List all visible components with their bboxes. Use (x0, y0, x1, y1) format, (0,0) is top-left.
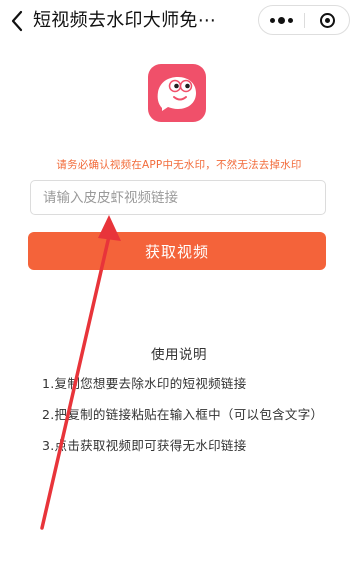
instructions-title: 使用说明 (151, 347, 207, 363)
more-button[interactable] (259, 6, 304, 34)
chevron-left-icon (11, 10, 23, 32)
instruction-item-1: 1.复制您想要去除水印的短视频链接 (42, 376, 247, 391)
mini-program-capsule (258, 5, 350, 35)
instruction-item-2: 2.把复制的链接粘贴在输入框中（可以包含文字） (42, 407, 324, 422)
more-dots-icon (270, 16, 293, 24)
warning-notice: 请务必确认视频在APP中无水印，不然无法去掉水印 (56, 159, 302, 171)
page-title: 短视频去水印大师免⋯ (33, 10, 216, 31)
close-button[interactable] (305, 6, 349, 34)
get-video-button[interactable]: 获取视频 (28, 232, 326, 270)
video-link-input[interactable] (30, 180, 326, 215)
target-close-icon (319, 12, 335, 28)
page: 短视频去水印大师免⋯ 请务必确认视频在APP中无水印，不然无法去掉水印 请输入皮… (0, 0, 358, 583)
app-logo (148, 64, 206, 122)
chat-bubble-face-logo (157, 77, 196, 111)
back-button[interactable] (4, 6, 30, 36)
instruction-item-3: 3.点击获取视频即可获得无水印链接 (42, 438, 247, 453)
nav-bar: 短视频去水印大师免⋯ (0, 0, 358, 44)
